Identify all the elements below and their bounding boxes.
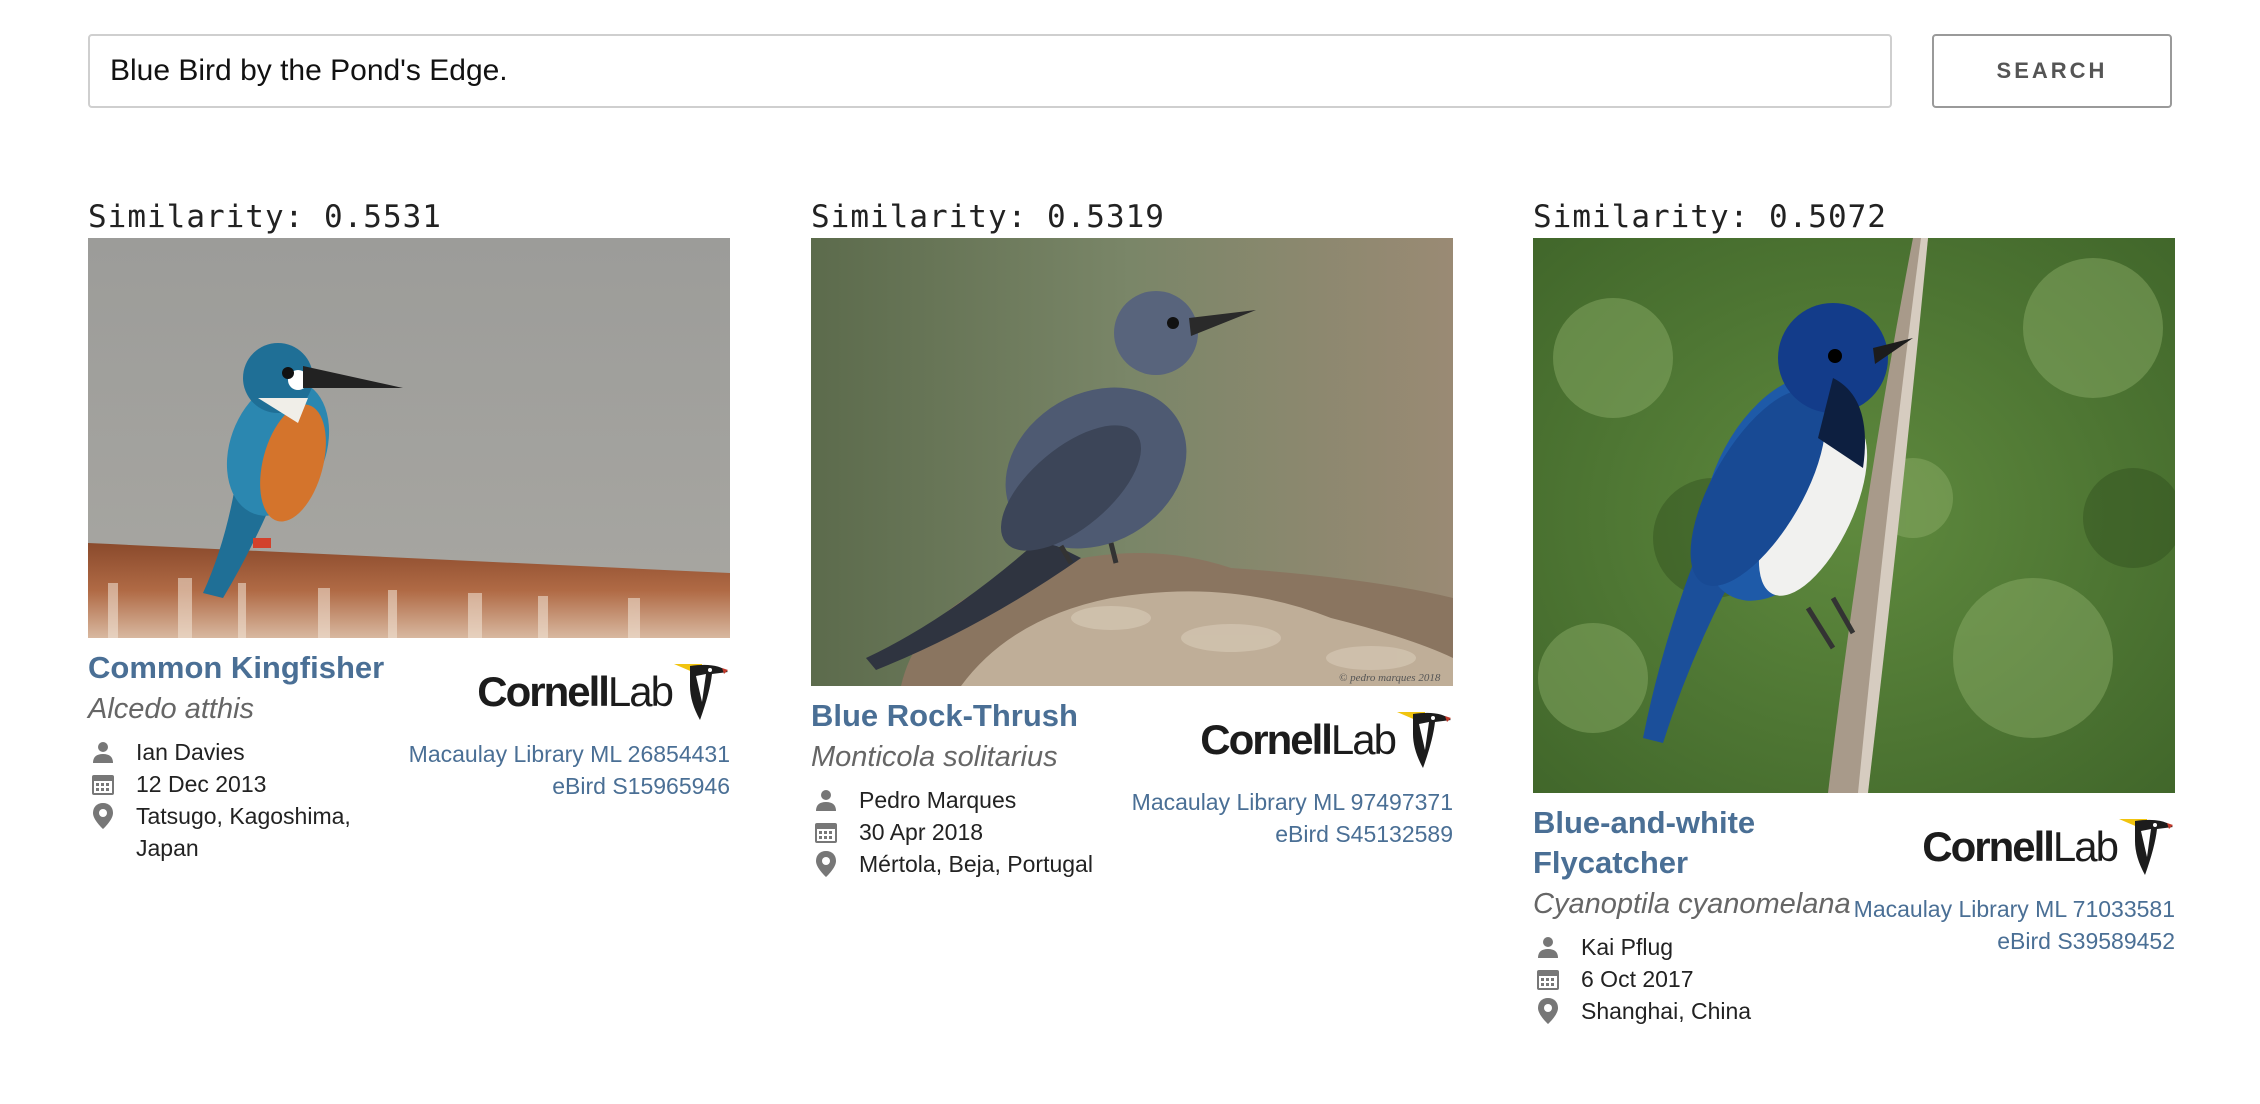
- macaulay-library-link[interactable]: Macaulay Library ML 26854431: [409, 738, 730, 770]
- result-info: Common Kingfisher Alcedo atthis Ian Davi…: [88, 648, 730, 864]
- observation-location: Mértola, Beja, Portugal: [859, 851, 1093, 877]
- similarity-score: Similarity: 0.5531: [88, 199, 442, 235]
- person-icon: [88, 736, 118, 768]
- observation-location: Shanghai, China: [1581, 998, 1752, 1024]
- photographer-name: Pedro Marques: [859, 787, 1017, 813]
- search-input[interactable]: [88, 34, 1892, 108]
- photographer-name: Kai Pflug: [1581, 934, 1674, 960]
- result-info: Blue Rock-Thrush Monticola solitarius Pe…: [811, 696, 1453, 880]
- observation-location: Tatsugo, Kagoshima, Japan: [136, 803, 351, 861]
- result-card: Similarity: 0.5072 Blue-and-white Flycat…: [1533, 196, 2175, 1027]
- ebird-checklist-link[interactable]: eBird S39589452: [1854, 925, 2175, 957]
- catalog-info: CornellLab Macaulay Library ML 26854431 …: [409, 660, 730, 802]
- woodpecker-logo-icon: [1397, 712, 1451, 768]
- logo-wordmark: CornellLab: [1200, 716, 1397, 763]
- bird-photo[interactable]: © pedro marques 2018: [811, 238, 1453, 686]
- observation-date: 6 Oct 2017: [1581, 966, 1694, 992]
- similarity-score: Similarity: 0.5319: [811, 199, 1165, 235]
- cornell-lab-logo[interactable]: CornellLab: [409, 660, 730, 724]
- date-row: 6 Oct 2017: [1533, 963, 1863, 995]
- location-pin-icon: [1533, 995, 1563, 1027]
- catalog-info: CornellLab Macaulay Library ML 97497371 …: [1132, 708, 1453, 850]
- observation-date: 30 Apr 2018: [859, 819, 984, 845]
- location-row: Mértola, Beja, Portugal: [811, 848, 1141, 880]
- photographer-row: Pedro Marques: [811, 784, 1141, 816]
- location-row: Tatsugo, Kagoshima, Japan: [88, 800, 418, 864]
- woodpecker-logo-icon: [674, 664, 728, 720]
- location-pin-icon: [811, 848, 841, 880]
- logo-wordmark: CornellLab: [1922, 823, 2119, 870]
- bird-photo[interactable]: [1533, 238, 2175, 793]
- similarity-score: Similarity: 0.5072: [1533, 199, 1887, 235]
- calendar-icon: [88, 768, 118, 800]
- result-card: Similarity: 0.5319 © pedro marques 2018 …: [811, 196, 1453, 880]
- location-pin-icon: [88, 800, 118, 832]
- ebird-checklist-link[interactable]: eBird S15965946: [409, 770, 730, 802]
- ebird-checklist-link[interactable]: eBird S45132589: [1132, 818, 1453, 850]
- photographer-row: Kai Pflug: [1533, 931, 1863, 963]
- result-info: Blue-and-white Flycatcher Cyanoptila cya…: [1533, 803, 2175, 1027]
- catalog-info: CornellLab Macaulay Library ML 71033581 …: [1854, 815, 2175, 957]
- macaulay-library-link[interactable]: Macaulay Library ML 71033581: [1854, 893, 2175, 925]
- logo-wordmark: CornellLab: [477, 668, 674, 715]
- cornell-lab-logo[interactable]: CornellLab: [1132, 708, 1453, 772]
- scientific-name: Monticola solitarius: [811, 741, 1058, 773]
- result-card: Similarity: 0.5531 Common Kingfisher Alc…: [88, 196, 730, 864]
- bird-photo[interactable]: [88, 238, 730, 638]
- woodpecker-logo-icon: [2119, 819, 2173, 875]
- scientific-name: Cyanoptila cyanomelana: [1533, 888, 1851, 920]
- scientific-name: Alcedo atthis: [88, 693, 255, 725]
- person-icon: [1533, 931, 1563, 963]
- calendar-icon: [811, 816, 841, 848]
- cornell-lab-logo[interactable]: CornellLab: [1854, 815, 2175, 879]
- common-name[interactable]: Common Kingfisher: [88, 648, 418, 688]
- photo-watermark: © pedro marques 2018: [1339, 672, 1441, 684]
- search-button[interactable]: SEARCH: [1932, 34, 2172, 108]
- macaulay-library-link[interactable]: Macaulay Library ML 97497371: [1132, 786, 1453, 818]
- calendar-icon: [1533, 963, 1563, 995]
- common-name[interactable]: Blue Rock-Thrush: [811, 696, 1141, 736]
- common-name[interactable]: Blue-and-white Flycatcher: [1533, 803, 1863, 883]
- observation-date: 12 Dec 2013: [136, 771, 267, 797]
- date-row: 12 Dec 2013: [88, 768, 418, 800]
- location-row: Shanghai, China: [1533, 995, 1863, 1027]
- date-row: 30 Apr 2018: [811, 816, 1141, 848]
- person-icon: [811, 784, 841, 816]
- photographer-name: Ian Davies: [136, 739, 245, 765]
- photographer-row: Ian Davies: [88, 736, 418, 768]
